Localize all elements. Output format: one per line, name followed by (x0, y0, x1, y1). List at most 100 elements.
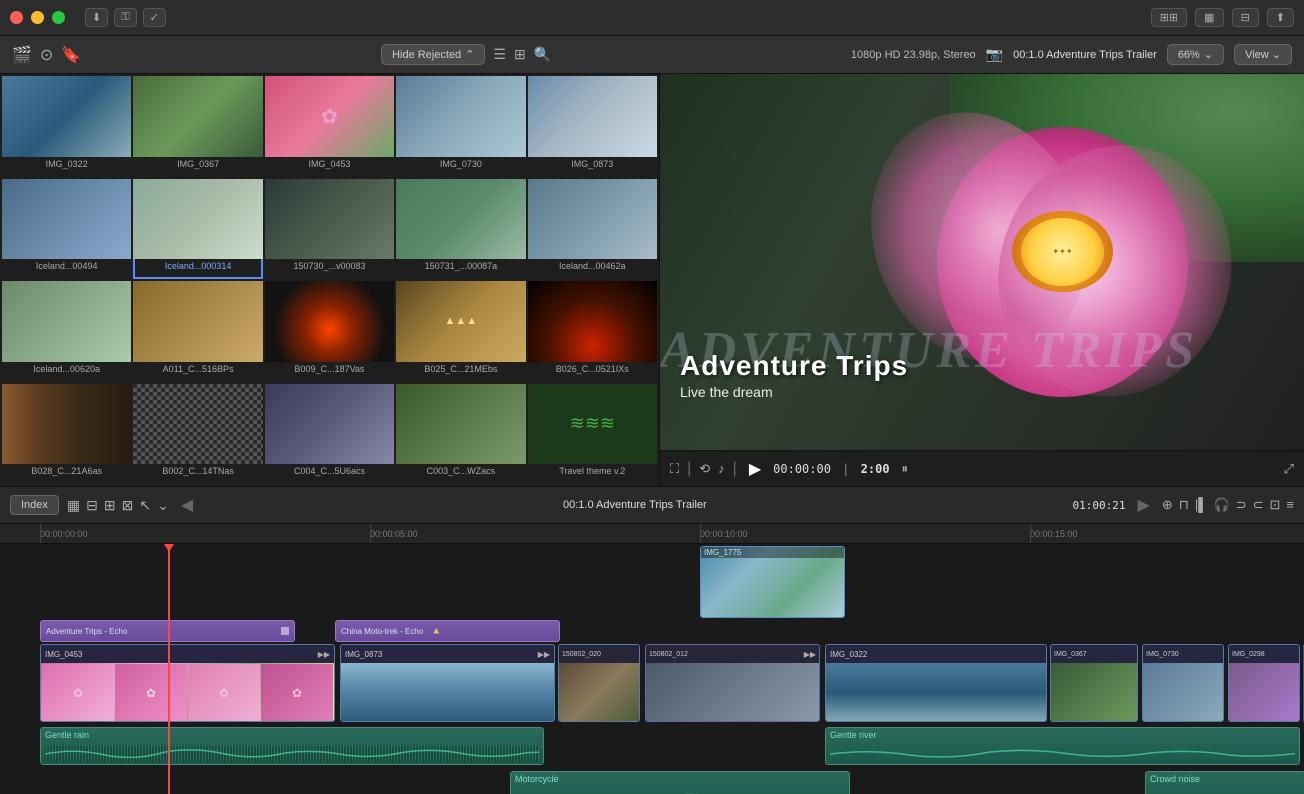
video-clip-img0730[interactable]: IMG_0730 (1142, 644, 1224, 722)
badge-icon: 🔖 (61, 45, 81, 65)
download-button[interactable]: ⬇ (85, 8, 108, 27)
play-button[interactable]: ▶ (749, 459, 761, 479)
clip-item[interactable]: 150731_...00087a (396, 179, 525, 280)
timeline-section: Index ▦ ⊟ ⊞ ⊠ ↖ ⌄ ◀ 00:1.0 Adventure Tri… (0, 486, 1304, 794)
select-tool[interactable]: ↖ (139, 497, 151, 514)
check-button[interactable]: ✓ (143, 8, 166, 27)
playhead-indicator (164, 544, 174, 552)
search-icon[interactable]: 🔍 (534, 46, 551, 63)
ruler-mark: 00:00:10:00 (700, 529, 748, 539)
clip-label: IMG_0873 (528, 157, 657, 171)
video-clip-img0873[interactable]: IMG_0873 ▶▶ (340, 644, 555, 722)
timeline-timecode: 01:00:21 (1073, 499, 1126, 512)
clip-item[interactable]: C004_C...5U6acs (265, 384, 394, 485)
clip-thumbnail (265, 281, 394, 362)
video-clip-150802-020[interactable]: 150802_020 (558, 644, 640, 722)
clip-item[interactable]: ≋≋≋ Travel theme v.2 (528, 384, 657, 485)
hide-rejected-button[interactable]: Hide Rejected ⌃ (381, 44, 485, 65)
pause-icon[interactable]: ⏸ (902, 461, 909, 477)
clip-grid: IMG_0322 IMG_0367 ✿ IMG_0453 IMG (0, 74, 659, 486)
video-clip-img0322[interactable]: IMG_0322 (825, 644, 1047, 722)
headphones-icon[interactable]: 🎧 (1214, 497, 1230, 513)
clip-item[interactable]: ✿ IMG_0453 (265, 76, 394, 177)
clip-item[interactable]: Iceland...000314 (133, 179, 262, 280)
target-icon: ⊙ (40, 45, 53, 65)
clip-appearance-icon[interactable]: ▦ (67, 497, 80, 514)
clip-item[interactable]: C003_C...WZacs (396, 384, 525, 485)
transform-icon[interactable]: ⟲ (699, 461, 710, 477)
clip-item[interactable]: B009_C...187Vas (265, 281, 394, 382)
audio-gentle-rain[interactable]: Gentle rain (40, 727, 544, 765)
clip-item[interactable]: 150730_...v00083 (265, 179, 394, 280)
clip-item[interactable]: Iceland...00462a (528, 179, 657, 280)
clip-label: B026_C...0521IXs (528, 362, 657, 376)
share-button[interactable]: ⬆ (1267, 8, 1294, 27)
audio-motorcycle[interactable]: Motorcycle (510, 771, 850, 794)
clip-item[interactable]: IMG_0322 (2, 76, 131, 177)
grid-view-button[interactable]: ⊞⊞ (1151, 8, 1187, 27)
audio-gentle-river[interactable]: Gentle river (825, 727, 1300, 765)
clip-label: B025_C...21MEbs (396, 362, 525, 376)
clip-item[interactable]: IMG_0873 (528, 76, 657, 177)
minimize-button[interactable] (31, 11, 44, 24)
trim-icon[interactable]: ⊞ (104, 497, 116, 514)
clip-thumbnail (2, 384, 131, 465)
clip-item[interactable]: Iceland...00620a (2, 281, 131, 382)
clip-item[interactable]: ▲▲▲ B025_C...21MEbs (396, 281, 525, 382)
grid-icon[interactable]: ⊞ (514, 46, 526, 63)
ruler-mark: 00:00:05:00 (370, 529, 418, 539)
close-button[interactable] (10, 11, 23, 24)
audio-meter-icon[interactable]: |▌ (1195, 497, 1208, 513)
clip-item[interactable]: B026_C...0521IXs (528, 281, 657, 382)
clip-item[interactable]: A011_C...516BPs (133, 281, 262, 382)
clip-item[interactable]: Iceland...00494 (2, 179, 131, 280)
clip-label: B028_C...21A6as (2, 464, 131, 478)
chevron-icon: ⌃ (465, 48, 474, 61)
timeline-project-label: 00:1.0 Adventure Trips Trailer (205, 499, 1064, 511)
clip-item[interactable]: IMG_0367 (133, 76, 262, 177)
clip-item[interactable]: IMG_0730 (396, 76, 525, 177)
mute-icon[interactable]: ⊃ (1236, 497, 1247, 513)
zoom-level: 66% (1178, 49, 1200, 61)
video-clip-150802-012[interactable]: 150802_012 ▶▶ (645, 644, 820, 722)
solo-icon[interactable]: ⊂ (1253, 497, 1264, 513)
content-area: IMG_0322 IMG_0367 ✿ IMG_0453 IMG (0, 74, 1304, 486)
clip-connections-icon[interactable]: ⊓ (1179, 497, 1189, 513)
index-button[interactable]: Index (10, 495, 59, 515)
clip-item[interactable]: B028_C...21A6as (2, 384, 131, 485)
tracks-container: IMG_1775 Adventure Trips - Echo China Mo… (0, 544, 1304, 794)
video-clip-img0453[interactable]: IMG_0453 ▶▶ ✿ ✿ ✿ ✿ (40, 644, 335, 722)
format-label: 1080p HD 23.98p, Stereo (851, 49, 976, 61)
key-button[interactable]: ⚿ (114, 8, 136, 27)
clip-thumbnail: ✿ (265, 76, 394, 157)
zoom-chevron-icon: ⌄ (1204, 48, 1213, 61)
crop-icon[interactable]: ⛶ (670, 461, 679, 477)
blade-icon[interactable]: ⊟ (86, 497, 98, 514)
video-clip-img0367[interactable]: IMG_0367 (1050, 644, 1138, 722)
audio-crowd-noise[interactable]: Crowd noise (1145, 771, 1304, 794)
clip-thumbnail (396, 76, 525, 157)
layout-icon[interactable]: ⊠ (122, 497, 134, 514)
select-chevron[interactable]: ⌄ (157, 497, 169, 514)
preview-panel: ✦✦✦ ADVENTURE TRIPS Adventure Trips Live… (660, 74, 1304, 486)
overlay-clip[interactable]: IMG_1775 (700, 546, 845, 618)
video-clip-img0298[interactable]: IMG_0298 (1228, 644, 1300, 722)
clip-item[interactable]: B002_C...14TNas (133, 384, 262, 485)
music-clip-china-echo[interactable]: China Moto-trek - Echo ▲ (335, 620, 560, 642)
list-view-icon[interactable]: ☰ (493, 46, 506, 63)
clip-label: A011_C...516BPs (133, 362, 262, 376)
inspector-button[interactable]: ⊟ (1232, 8, 1259, 27)
zoom-control[interactable]: 66% ⌄ (1167, 44, 1224, 65)
ruler-mark: 00:00:15:00 (1030, 529, 1078, 539)
clip-list-icon[interactable]: ≡ (1286, 497, 1294, 513)
filmstrip-button[interactable]: ▦ (1195, 8, 1223, 27)
clip-thumbnail (2, 76, 131, 157)
clip-label: IMG_0453 (265, 157, 394, 171)
titlebar: ⬇ ⚿ ✓ ⊞⊞ ▦ ⊟ ⬆ (0, 0, 1304, 36)
layout-toggle-icon[interactable]: ⊡ (1270, 497, 1281, 513)
maximize-button[interactable] (52, 11, 65, 24)
audio-icon[interactable]: ♪ (718, 461, 725, 476)
add-icon[interactable]: ⊕ (1162, 497, 1173, 513)
view-button[interactable]: View ⌄ (1234, 44, 1292, 65)
expand-icon[interactable]: ⤢ (1284, 461, 1294, 477)
